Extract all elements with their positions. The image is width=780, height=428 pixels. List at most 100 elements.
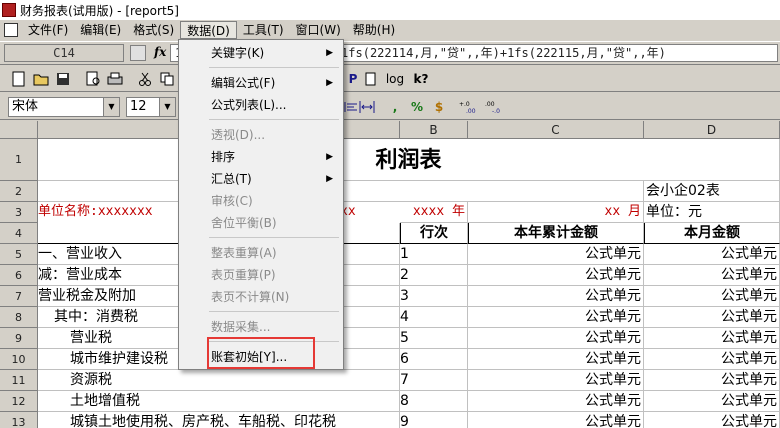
fit-width-icon[interactable] [358, 98, 376, 116]
menu-item-recalc-page[interactable]: 表页重算(P) [179, 264, 343, 286]
calculator-icon[interactable] [130, 45, 146, 61]
table-cell[interactable]: 公式单元 [644, 391, 780, 412]
table-cell[interactable]: 公式单元 [468, 244, 644, 265]
table-cell[interactable]: 5 [400, 328, 468, 349]
row-header[interactable]: 8 [0, 307, 38, 328]
column-header-b[interactable]: B [400, 121, 468, 139]
table-cell[interactable]: 公式单元 [644, 328, 780, 349]
decrease-decimal-icon[interactable]: .00 -.0 [484, 98, 506, 116]
table-cell[interactable]: 资源税 [38, 370, 400, 391]
grid-corner[interactable] [0, 121, 38, 139]
p-button[interactable]: P [344, 70, 362, 88]
menu-window[interactable]: 窗口(W) [290, 21, 347, 39]
table-cell[interactable]: 公式单元 [644, 349, 780, 370]
menu-item-sort[interactable]: 排序 ▶ [179, 146, 343, 168]
increase-decimal-icon[interactable]: +.0.00 [458, 98, 480, 116]
row-header[interactable]: 12 [0, 391, 38, 412]
table-cell[interactable]: 6 [400, 349, 468, 370]
menu-tools[interactable]: 工具(T) [237, 21, 290, 39]
month-label[interactable]: xx 月 [468, 202, 644, 223]
menu-item-recalc-sheet[interactable]: 整表重算(A) [179, 242, 343, 264]
unit-name-label[interactable]: 单位名称:xxxxxxx [38, 202, 188, 223]
fx-icon[interactable]: fx [154, 45, 166, 59]
table-cell[interactable]: 公式单元 [468, 412, 644, 428]
table-cell[interactable]: 公式单元 [468, 370, 644, 391]
menu-data[interactable]: 数据(D) [180, 21, 237, 39]
font-select[interactable]: 宋体 ▼ [8, 97, 120, 117]
column-header-d[interactable]: D [644, 121, 780, 139]
table-cell[interactable]: 公式单元 [468, 307, 644, 328]
menu-item-no-calc-page[interactable]: 表页不计算(N) [179, 286, 343, 308]
currency-style-button[interactable]: $ [430, 98, 448, 116]
table-cell[interactable]: 2 [400, 265, 468, 286]
menu-format[interactable]: 格式(S) [127, 21, 180, 39]
report-title[interactable]: 利润表 [38, 139, 780, 181]
new-file-icon[interactable] [10, 70, 28, 88]
table-cell[interactable]: 9 [400, 412, 468, 428]
table-cell[interactable]: 1 [400, 244, 468, 265]
column-header-c[interactable]: C [468, 121, 644, 139]
table-cell[interactable]: 公式单元 [468, 391, 644, 412]
font-size-select[interactable]: 12 ▼ [126, 97, 176, 117]
menu-item-edit-formula[interactable]: 编辑公式(F) ▶ [179, 72, 343, 94]
table-cell[interactable]: 公式单元 [644, 370, 780, 391]
row-header[interactable]: 5 [0, 244, 38, 265]
table-cell[interactable]: 8 [400, 391, 468, 412]
row-header[interactable]: 1 [0, 139, 38, 181]
menu-file[interactable]: 文件(F) [22, 21, 74, 39]
log-button[interactable]: log [384, 70, 406, 88]
menu-help[interactable]: 帮助(H) [347, 21, 401, 39]
spreadsheet-grid[interactable]: A B C D 1 2 3 4 5 6 7 8 9 10 11 12 13 利润… [0, 121, 780, 428]
menu-item-pivot[interactable]: 透视(D)... [179, 124, 343, 146]
menu-item-formula-list[interactable]: 公式列表(L)... [179, 94, 343, 116]
menu-item-audit[interactable]: 审核(C) [179, 190, 343, 212]
table-cell[interactable]: 公式单元 [468, 349, 644, 370]
table-cell[interactable]: 公式单元 [468, 265, 644, 286]
document-icon[interactable] [4, 23, 18, 37]
print-icon[interactable] [106, 70, 124, 88]
row-header[interactable]: 11 [0, 370, 38, 391]
table-cell[interactable]: 公式单元 [644, 286, 780, 307]
row-header[interactable]: 9 [0, 328, 38, 349]
row-header[interactable]: 13 [0, 412, 38, 428]
chevron-down-icon[interactable]: ▼ [103, 98, 119, 116]
row-header[interactable]: 4 [0, 223, 38, 244]
table-cell[interactable]: 公式单元 [644, 244, 780, 265]
table-cell[interactable]: 公式单元 [644, 265, 780, 286]
menu-edit[interactable]: 编辑(E) [74, 21, 127, 39]
save-icon[interactable] [54, 70, 72, 88]
header-month-amount[interactable]: 本月金额 [644, 223, 780, 244]
menu-item-data-collect[interactable]: 数据采集... [179, 316, 343, 338]
print-preview-icon[interactable] [84, 70, 102, 88]
comma-style-button[interactable]: , [386, 98, 404, 116]
table-cell[interactable]: 7 [400, 370, 468, 391]
table-cell[interactable]: 4 [400, 307, 468, 328]
page-icon[interactable] [362, 70, 380, 88]
copy-icon[interactable] [158, 70, 176, 88]
menu-item-rounding-balance[interactable]: 舍位平衡(B) [179, 212, 343, 234]
table-cell[interactable]: 公式单元 [468, 286, 644, 307]
chevron-down-icon[interactable]: ▼ [159, 98, 175, 116]
row-header[interactable]: 3 [0, 202, 38, 223]
table-cell[interactable]: 城镇土地使用税、房产税、车船税、印花税 [38, 412, 400, 428]
cell-reference-box[interactable]: C14 [4, 44, 124, 62]
form-number-cell[interactable]: 会小企02表 [644, 181, 780, 202]
table-cell[interactable]: 3 [400, 286, 468, 307]
table-cell[interactable]: 公式单元 [644, 412, 780, 428]
open-folder-icon[interactable] [32, 70, 50, 88]
row-header[interactable]: 10 [0, 349, 38, 370]
unit-name-tail[interactable]: xx [340, 202, 380, 223]
table-cell[interactable]: 公式单元 [468, 328, 644, 349]
row-header[interactable]: 6 [0, 265, 38, 286]
menu-item-keyword[interactable]: 关键字(K) ▶ [179, 42, 343, 64]
percent-style-button[interactable]: % [408, 98, 426, 116]
cut-icon[interactable] [136, 70, 154, 88]
currency-unit-cell[interactable]: 单位：元 [644, 202, 780, 223]
row-header[interactable]: 7 [0, 286, 38, 307]
help-pointer-icon[interactable]: k? [412, 70, 430, 88]
menu-item-summary[interactable]: 汇总(T) ▶ [179, 168, 343, 190]
header-ytd-amount[interactable]: 本年累计金额 [468, 223, 644, 244]
table-cell[interactable]: 土地增值税 [38, 391, 400, 412]
header-line-number[interactable]: 行次 [400, 223, 468, 244]
table-cell[interactable]: 公式单元 [644, 307, 780, 328]
